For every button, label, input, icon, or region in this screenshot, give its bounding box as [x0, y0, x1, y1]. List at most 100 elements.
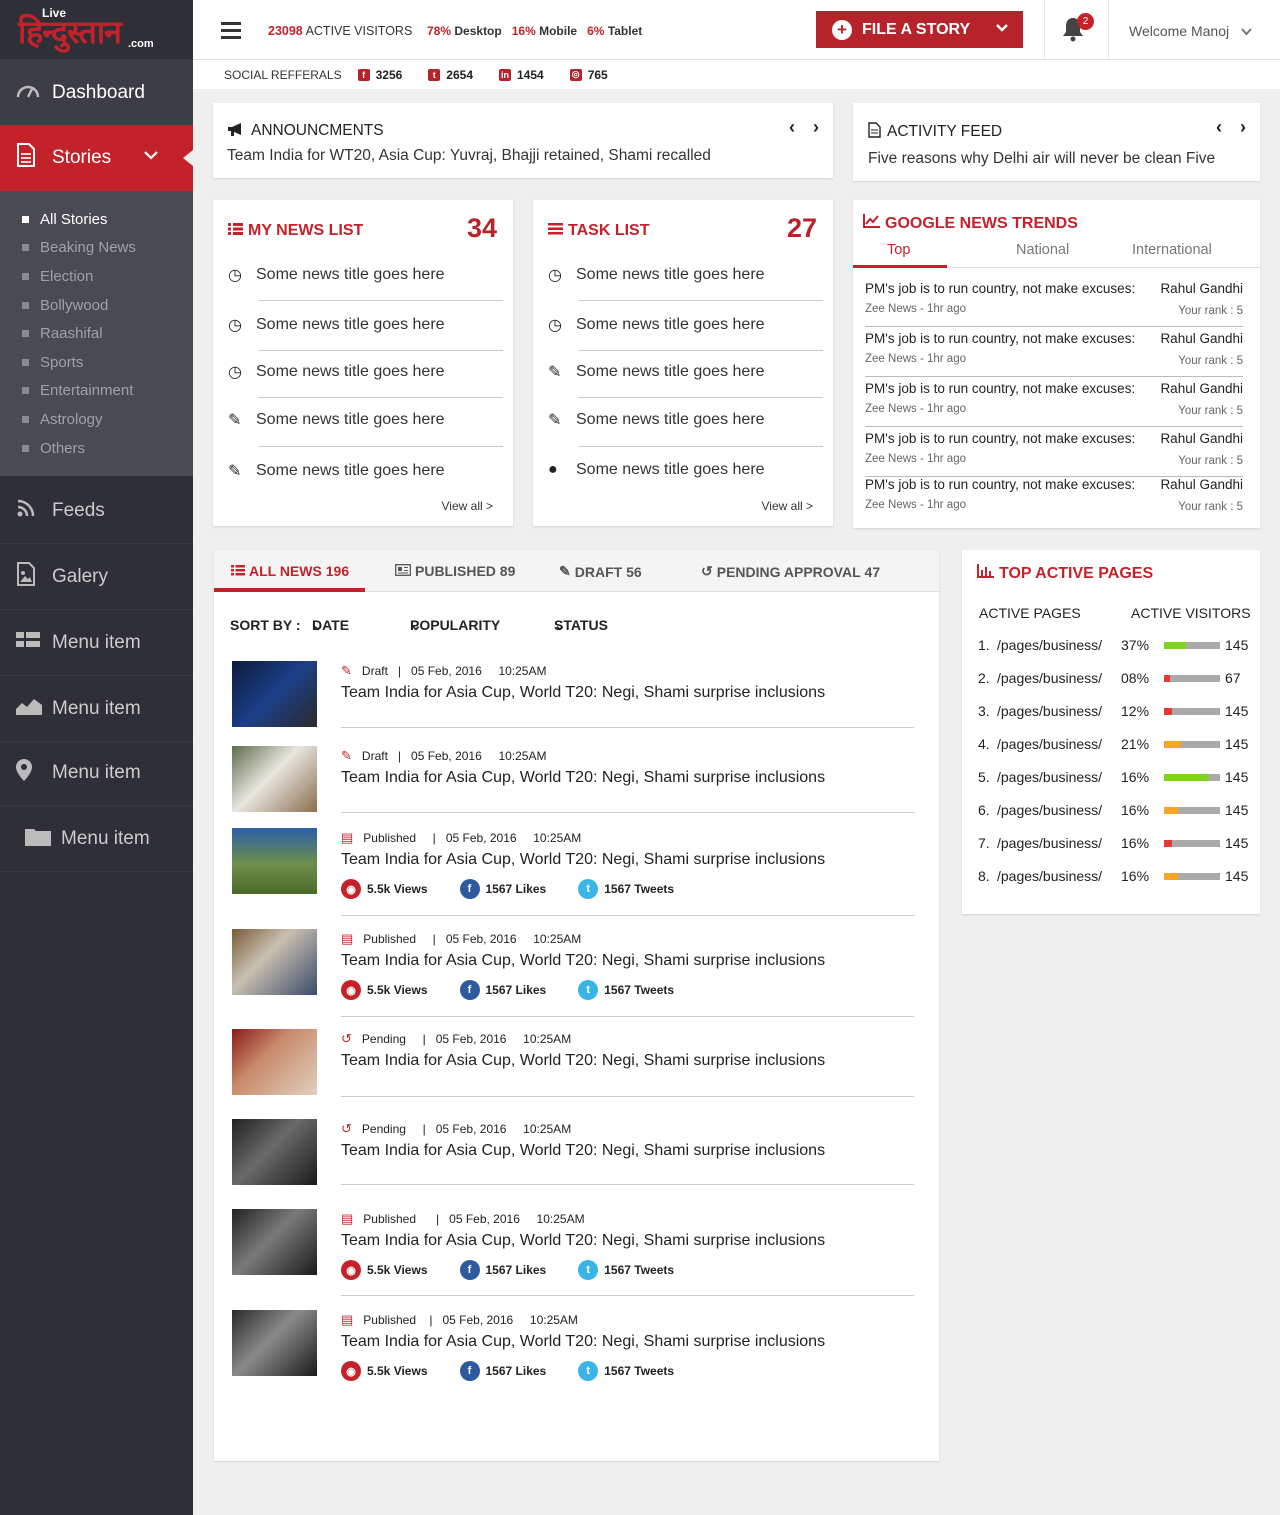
story-row[interactable]: ▤ Published | 05 Feb, 2016 10:25AM Team I…: [232, 929, 914, 1019]
story-thumbnail[interactable]: [232, 929, 317, 995]
page-row[interactable]: 4. /pages/business/21% 145: [978, 736, 1248, 756]
user-menu[interactable]: Welcome Manoj: [1129, 23, 1252, 39]
tab-national[interactable]: National: [1016, 242, 1069, 258]
top-bar: 23098 ACTIVE VISITORS 78% Desktop 16% Mo…: [193, 0, 1280, 60]
list-item[interactable]: ◷ Some news title goes here: [228, 265, 503, 285]
story-thumbnail[interactable]: [232, 828, 317, 894]
sidebar-item-menu-3[interactable]: Menu item: [0, 740, 193, 806]
story-thumbnail[interactable]: [232, 661, 317, 727]
chevron-left-icon[interactable]: ‹: [789, 117, 795, 137]
submenu-item[interactable]: All Stories: [0, 205, 193, 234]
tab-draft[interactable]: ✎ DRAFT 56: [559, 563, 642, 580]
story-title[interactable]: Team India for Asia Cup, World T20: Negi…: [341, 1232, 825, 1250]
chevron-down-icon[interactable]: [995, 20, 1009, 36]
page-row[interactable]: 6. /pages/business/16% 145: [978, 802, 1248, 822]
story-row[interactable]: ▤ Published | 05 Feb, 2016 10:25AM Team I…: [232, 1209, 914, 1299]
page-row[interactable]: 3. /pages/business/12% 145: [978, 703, 1248, 723]
trend-item[interactable]: PM's job is to run country, not make exc…: [865, 381, 1243, 427]
story-status: Draft: [361, 664, 388, 678]
story-title[interactable]: Team India for Asia Cup, World T20: Negi…: [341, 1052, 825, 1070]
page-row[interactable]: 1. /pages/business/37% 145: [978, 637, 1248, 657]
list-item[interactable]: ✎ Some news title goes here: [548, 362, 823, 382]
chevron-right-icon[interactable]: ›: [813, 117, 819, 137]
trend-item[interactable]: PM's job is to run country, not make exc…: [865, 281, 1243, 327]
submenu-item[interactable]: Raashifal: [0, 319, 193, 348]
page-pct: 16%: [1121, 835, 1150, 851]
trend-title: PM's job is to run country, not make exc…: [865, 431, 1136, 446]
story-title[interactable]: Team India for Asia Cup, World T20: Negi…: [341, 769, 825, 787]
trend-source: Zee News - 1hr ago: [865, 453, 966, 465]
story-time: 10:25AM: [498, 749, 547, 763]
story-row[interactable]: ✎ Draft | 05 Feb, 2016 10:25AM Team India…: [232, 746, 914, 816]
tab-international[interactable]: International: [1132, 242, 1212, 258]
tab-top[interactable]: Top: [887, 242, 910, 258]
chevron-right-icon[interactable]: ›: [1240, 117, 1246, 137]
divider: [341, 1016, 914, 1017]
story-row[interactable]: ▤ Published | 05 Feb, 2016 10:25AM Team I…: [232, 1310, 914, 1400]
notifications[interactable]: 2: [1044, 0, 1109, 60]
story-thumbnail[interactable]: [232, 1029, 317, 1095]
tweets-stat: t 1567 Tweets: [578, 879, 674, 899]
story-stats: ◉ 5.5k Views f 1567 Likes t 1567 Tweets: [341, 1260, 706, 1280]
story-title[interactable]: Team India for Asia Cup, World T20: Negi…: [341, 684, 825, 702]
submenu-item[interactable]: Entertainment: [0, 377, 193, 406]
story-row[interactable]: ▤ Published | 05 Feb, 2016 10:25AM Team I…: [232, 828, 914, 918]
list-item[interactable]: ✎ Some news title goes here: [228, 410, 503, 430]
chevron-down-icon: ⌄: [554, 617, 566, 633]
sidebar-item-menu-2[interactable]: Menu item: [0, 676, 193, 742]
tab-pending-approval[interactable]: ↺ PENDING APPROVAL 47: [701, 563, 880, 580]
story-thumbnail[interactable]: [232, 746, 317, 812]
activity-text[interactable]: Five reasons why Delhi air will never be…: [868, 150, 1215, 168]
social-referrals-bar: SOCIAL REFFERALS f 3256 t 2654 in 1454 ◎ 765: [193, 60, 1280, 89]
submenu-item[interactable]: Bollywood: [0, 291, 193, 320]
story-title[interactable]: Team India for Asia Cup, World T20: Negi…: [341, 1333, 825, 1351]
story-thumbnail[interactable]: [232, 1119, 317, 1185]
view-all-link[interactable]: View all >: [442, 499, 493, 513]
list-item[interactable]: ◷ Some news title goes here: [548, 265, 823, 285]
list-item[interactable]: ◷ Some news title goes here: [548, 315, 823, 335]
sidebar-item-menu-1[interactable]: Menu item: [0, 610, 193, 676]
submenu-item[interactable]: Astrology: [0, 405, 193, 434]
sidebar-item-stories[interactable]: Stories: [0, 125, 193, 191]
trend-item[interactable]: PM's job is to run country, not make exc…: [865, 477, 1243, 523]
tab-published[interactable]: PUBLISHED 89: [395, 563, 515, 579]
announcement-text[interactable]: Team India for WT20, Asia Cup: Yuvraj, B…: [227, 147, 711, 165]
submenu-item[interactable]: Election: [0, 262, 193, 291]
hamburger-icon[interactable]: [221, 22, 241, 43]
story-row[interactable]: ↺ Pending | 05 Feb, 2016 10:25AM Team Ind…: [232, 1119, 914, 1199]
list-item[interactable]: ✎ Some news title goes here: [548, 410, 823, 430]
submenu-item[interactable]: Sports: [0, 348, 193, 377]
list-item[interactable]: ◷ Some news title goes here: [228, 362, 503, 382]
sidebar-item-feeds[interactable]: Feeds: [0, 478, 193, 544]
trend-item[interactable]: PM's job is to run country, not make exc…: [865, 331, 1243, 377]
list-item[interactable]: ✎ Some news title goes here: [228, 461, 503, 481]
sidebar-item-menu-4[interactable]: Menu item: [0, 806, 193, 872]
chevron-left-icon[interactable]: ‹: [1216, 117, 1222, 137]
story-time: 10:25AM: [533, 932, 582, 946]
tab-all-news[interactable]: ALL NEWS 196: [231, 563, 349, 579]
story-title[interactable]: Team India for Asia Cup, World T20: Negi…: [341, 952, 825, 970]
file-story-button[interactable]: + FILE A STORY: [816, 11, 1023, 48]
sort-label: SORT BY :: [230, 617, 301, 633]
submenu-item[interactable]: Beaking News: [0, 234, 193, 263]
page-row[interactable]: 8. /pages/business/16% 145: [978, 868, 1248, 888]
story-thumbnail[interactable]: [232, 1209, 317, 1275]
sidebar-item-dashboard[interactable]: Dashboard: [0, 60, 193, 125]
page-row[interactable]: 5. /pages/business/16% 145: [978, 769, 1248, 789]
page-row[interactable]: 7. /pages/business/16% 145: [978, 835, 1248, 855]
trend-item[interactable]: PM's job is to run country, not make exc…: [865, 431, 1243, 477]
list-item[interactable]: ◷ Some news title goes here: [228, 315, 503, 335]
submenu-item[interactable]: Others: [0, 434, 193, 463]
page-row[interactable]: 2. /pages/business/08% 67: [978, 670, 1248, 690]
brand-logo[interactable]: Live हिन्दुस्तान .com: [0, 0, 193, 60]
view-all-link[interactable]: View all >: [762, 499, 813, 513]
story-title[interactable]: Team India for Asia Cup, World T20: Negi…: [341, 851, 825, 869]
sidebar-item-galery[interactable]: Galery: [0, 544, 193, 610]
story-row[interactable]: ↺ Pending | 05 Feb, 2016 10:25AM Team Ind…: [232, 1029, 914, 1109]
story-thumbnail[interactable]: [232, 1310, 317, 1376]
tweets-stat: t 1567 Tweets: [578, 1361, 674, 1381]
trend-person: Rahul Gandhi: [1160, 431, 1243, 446]
story-row[interactable]: ✎ Draft | 05 Feb, 2016 10:25AM Team India…: [232, 661, 914, 731]
story-title[interactable]: Team India for Asia Cup, World T20: Negi…: [341, 1142, 825, 1160]
list-item[interactable]: ● Some news title goes here: [548, 461, 823, 479]
